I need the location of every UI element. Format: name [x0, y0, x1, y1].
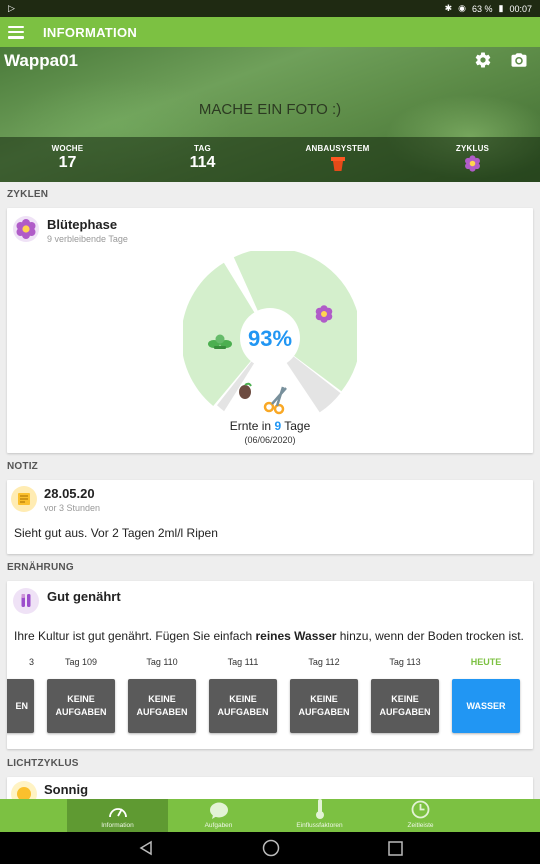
today-label: HEUTE — [470, 657, 502, 667]
chat-bubble-icon — [209, 802, 228, 819]
water-task-tile[interactable]: WASSER — [452, 679, 520, 733]
harvest-scissors-icon — [263, 386, 287, 415]
light-cycle-title: Sonnig — [44, 782, 89, 797]
stat-day: TAG 114 — [135, 137, 270, 182]
menu-icon[interactable] — [8, 25, 24, 39]
back-icon[interactable] — [138, 840, 154, 856]
nutrition-card: Gut genährt Ihre Kultur ist gut genährt.… — [7, 581, 533, 749]
section-cycles: ZYKLEN — [7, 189, 49, 200]
stat-week: WOCHE 17 — [0, 137, 135, 182]
nav-spacer-left — [0, 799, 67, 832]
note-date: 28.05.20 — [44, 486, 95, 501]
stat-week-label: WOCHE — [51, 144, 84, 153]
nav-information[interactable]: Information — [67, 799, 168, 832]
day-tiles: 3 EN Tag 109 KEINE AUFGABEN Tag 110 KEIN… — [7, 655, 533, 745]
nav-tasks[interactable]: Aufgaben — [168, 799, 269, 832]
thermometer-icon — [315, 799, 324, 819]
day-column[interactable]: 3 EN — [7, 655, 34, 733]
system-navigation-bar — [0, 832, 540, 864]
seed-marker-icon — [239, 382, 252, 399]
stat-day-label: TAG — [194, 144, 211, 153]
day-column[interactable]: Tag 110 KEINE AUFGABEN — [128, 655, 196, 733]
cycle-progress-chart: 93% — [183, 251, 357, 415]
day-task-tile[interactable]: KEINE AUFGABEN — [128, 679, 196, 733]
nav-influence-factors[interactable]: Einflussfaktoren — [269, 799, 370, 832]
status-bar: ▷ ✱ ◉ 63 % ▮ 00:07 — [0, 0, 540, 17]
cycle-title: Blütephase — [47, 217, 118, 232]
gear-icon[interactable] — [474, 51, 492, 69]
note-text: Sieht gut aus. Vor 2 Tagen 2ml/l Ripen — [14, 526, 218, 540]
stat-cycle[interactable]: ZYKLUS — [405, 137, 540, 182]
app-bar: INFORMATION — [0, 17, 540, 47]
plant-name: Wappa01 — [4, 51, 79, 70]
plant-header: Wappa01 MACHE EIN FOTO :) WOCHE 17 TAG 1… — [0, 47, 540, 182]
note-card[interactable]: 28.05.20 vor 3 Stunden Sieht gut aus. Vo… — [7, 480, 533, 554]
nutrition-emphasis: reines Wasser — [255, 629, 337, 643]
cycle-percent: 93% — [248, 326, 292, 351]
section-nutrition: ERNÄHRUNG — [7, 562, 74, 573]
play-icon: ▷ — [8, 3, 15, 13]
recents-icon[interactable] — [387, 840, 403, 856]
take-photo-prompt[interactable]: MACHE EIN FOTO :) — [0, 101, 540, 118]
bluetooth-icon: ✱ — [444, 3, 453, 13]
day-task-tile[interactable]: KEINE AUFGABEN — [47, 679, 115, 733]
pot-icon — [330, 157, 345, 171]
nutrition-title: Gut genährt — [47, 589, 121, 604]
home-icon[interactable] — [262, 839, 280, 857]
nutrition-text: Ihre Kultur ist gut genährt. Fügen Sie e… — [14, 629, 524, 643]
clock-time: 00:07 — [509, 3, 532, 14]
speedometer-icon — [108, 808, 127, 818]
stat-grow-system-label: ANBAUSYSTEM — [305, 144, 370, 153]
bottom-navigation: Information Aufgaben Einflussfaktoren Ze… — [0, 799, 540, 832]
nutrition-icon — [13, 588, 39, 614]
note-time-ago: vor 3 Stunden — [44, 503, 101, 513]
stat-cycle-label: ZYKLUS — [455, 144, 490, 153]
page-title: INFORMATION — [43, 24, 138, 40]
day-column-today[interactable]: HEUTE WASSER — [452, 655, 520, 733]
day-task-tile[interactable]: KEINE AUFGABEN — [209, 679, 277, 733]
day-label: Tag 109 — [64, 657, 98, 667]
note-icon — [11, 486, 37, 512]
clock-icon — [411, 800, 430, 819]
nav-information-label: Information — [101, 822, 134, 829]
day-task-tile[interactable]: EN — [7, 679, 34, 733]
day-column[interactable]: Tag 109 KEINE AUFGABEN — [47, 655, 115, 733]
day-label: Tag 110 — [146, 657, 178, 667]
stat-day-value: 114 — [189, 154, 216, 171]
cycle-card[interactable]: Blütephase 9 verbleibende Tage 93% Ernte… — [7, 208, 533, 453]
day-label: Tag 112 — [308, 657, 340, 667]
camera-icon[interactable] — [510, 51, 528, 69]
day-task-tile[interactable]: KEINE AUFGABEN — [371, 679, 439, 733]
stat-grow-system[interactable]: ANBAUSYSTEM — [270, 137, 405, 182]
battery-icon: ▮ — [498, 3, 504, 13]
nav-influence-factors-label: Einflussfaktoren — [296, 822, 343, 829]
day-column[interactable]: Tag 111 KEINE AUFGABEN — [209, 655, 277, 733]
section-light-cycle: LICHTZYKLUS — [7, 758, 79, 769]
flower-icon — [465, 155, 480, 172]
day-label: Tag 113 — [389, 657, 421, 667]
harvest-countdown: Ernte in 9 Tage — [229, 419, 311, 433]
wifi-icon: ◉ — [458, 3, 466, 13]
nav-timeline[interactable]: Zeitleiste — [370, 799, 471, 832]
cycle-subtitle: 9 verbleibende Tage — [47, 234, 128, 244]
section-note: NOTIZ — [7, 461, 38, 472]
stat-week-value: 17 — [58, 154, 77, 171]
stats-bar: WOCHE 17 TAG 114 ANBAUSYSTEM ZYKLUS — [0, 137, 540, 182]
nav-timeline-label: Zeitleiste — [407, 822, 434, 829]
day-column[interactable]: Tag 113 KEINE AUFGABEN — [371, 655, 439, 733]
day-task-tile[interactable]: KEINE AUFGABEN — [290, 679, 358, 733]
day-label: 3 — [28, 657, 34, 667]
day-column[interactable]: Tag 112 KEINE AUFGABEN — [290, 655, 358, 733]
flower-phase-icon — [13, 216, 39, 242]
nav-tasks-label: Aufgaben — [204, 822, 233, 829]
battery-level: 63 % — [472, 3, 493, 14]
harvest-date: (06/06/2020) — [244, 435, 296, 445]
day-label: Tag 111 — [227, 657, 259, 667]
